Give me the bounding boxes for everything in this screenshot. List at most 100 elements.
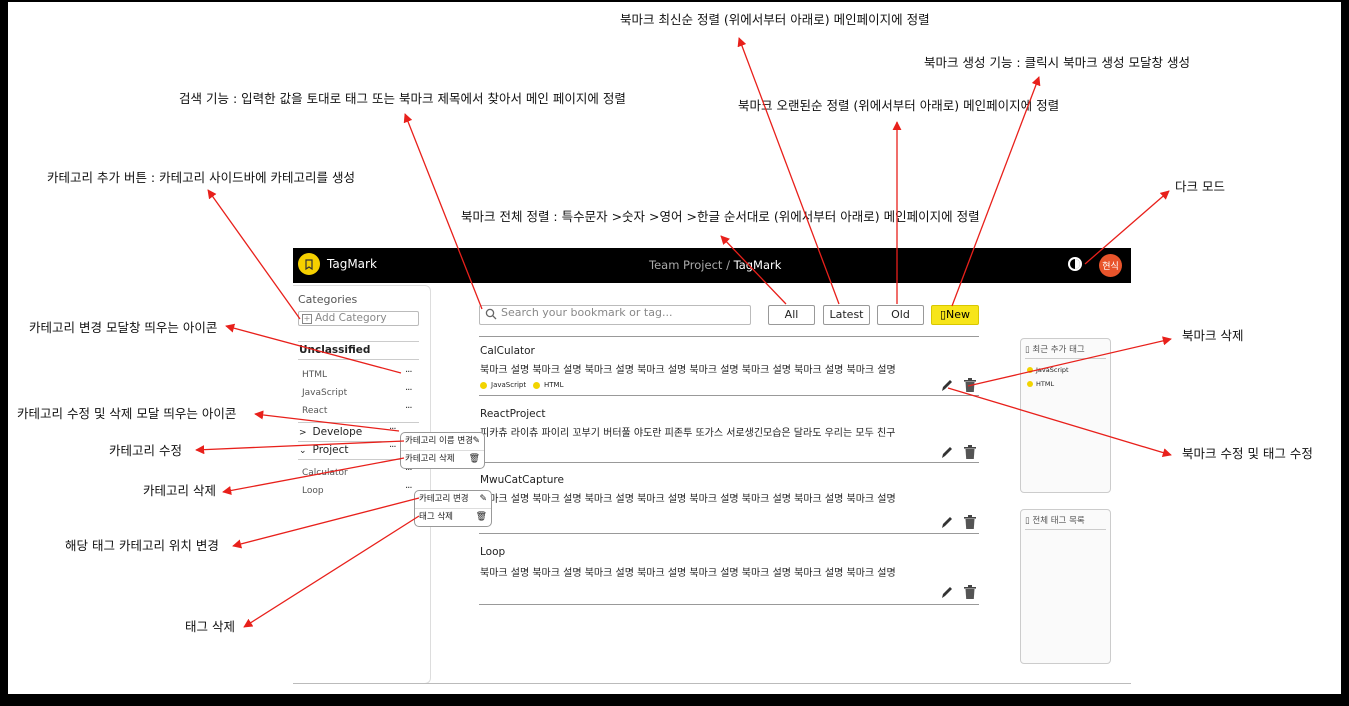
bookmark-title[interactable]: MwuCatCapture xyxy=(480,474,564,486)
category-item-javascript[interactable]: JavaScript xyxy=(302,388,347,398)
move-tag-menu-item[interactable]: 카테고리 변경 ✎ xyxy=(415,491,491,508)
chevron-down-icon[interactable]: ⌄ xyxy=(299,446,307,456)
trash-icon[interactable] xyxy=(963,377,977,393)
sort-all-button[interactable]: All xyxy=(768,305,815,325)
rename-category-label: 카테고리 이름 변경 xyxy=(405,436,473,446)
tag-dot-icon xyxy=(533,381,540,389)
delete-category-menu-item[interactable]: 카테고리 삭제 🗑 xyxy=(401,450,484,468)
pencil-icon[interactable]: ✎ xyxy=(472,433,480,450)
sidebar-title: Categories xyxy=(298,293,358,306)
pencil-icon[interactable] xyxy=(940,444,954,460)
breadcrumb-project: Team Project xyxy=(649,258,723,272)
recent-tag-item[interactable]: HTML xyxy=(1027,380,1054,388)
recent-tags-panel: ▯ 최근 추가 태그 JavaScript HTML xyxy=(1020,338,1111,493)
brand-name: TagMark xyxy=(327,257,377,271)
tag-logo-icon[interactable] xyxy=(298,253,320,275)
annotation-bookmark-edit: 북마크 수정 및 태그 수정 xyxy=(1182,446,1313,461)
bookmark-icon: ▯ xyxy=(1025,516,1030,526)
divider xyxy=(479,533,979,534)
annotation-tag-move: 해당 태그 카테고리 위치 변경 xyxy=(65,538,219,553)
annotation-sort-latest: 북마크 최신순 정렬 (위에서부터 아래로) 메인페이지에 정렬 xyxy=(620,12,930,27)
bookmark-tag[interactable]: JavaScript xyxy=(480,381,526,389)
all-tags-panel: ▯ 전체 태그 목록 xyxy=(1020,509,1111,664)
divider xyxy=(1025,358,1106,359)
new-bookmark-label: New xyxy=(946,308,971,321)
category-sidebar: Categories + Add Category Unclassified HT… xyxy=(293,285,431,684)
folder-label: Develope xyxy=(312,426,363,438)
divider xyxy=(298,359,419,360)
bookmark-description: 북마크 설명 북마크 설명 북마크 설명 북마크 설명 북마크 설명 북마크 설… xyxy=(480,568,896,579)
category-item-html[interactable]: HTML xyxy=(302,370,327,380)
bookmark-tag-label: HTML xyxy=(544,381,564,389)
tag-dot-icon xyxy=(1027,381,1033,387)
move-tag-label: 카테고리 변경 xyxy=(419,494,469,504)
breadcrumb-current: TagMark xyxy=(733,258,782,272)
trash-icon[interactable]: 🗑 xyxy=(469,451,480,468)
sort-latest-button[interactable]: Latest xyxy=(823,305,870,325)
bookmark-description: 북마크 설명 북마크 설명 북마크 설명 북마크 설명 북마크 설명 북마크 설… xyxy=(480,365,896,376)
add-category-input[interactable]: + Add Category xyxy=(298,311,419,326)
category-unclassified[interactable]: Unclassified xyxy=(299,344,370,356)
bookmark-tag[interactable]: HTML xyxy=(533,381,563,389)
breadcrumb: Team Project / TagMark xyxy=(649,258,781,272)
pencil-icon[interactable] xyxy=(940,584,954,600)
annotation-category-edit-delete-icon: 카테고리 수정 및 삭제 모달 띄우는 아이콘 xyxy=(17,406,237,421)
bookmark-description: 피카츄 라이츄 파이리 꼬부기 버터풀 야도란 피존투 또가스 서로생긴모습은 … xyxy=(480,428,896,439)
search-input[interactable]: Search your bookmark or tag... xyxy=(479,305,751,325)
recent-tag-label: HTML xyxy=(1036,380,1055,388)
bookmark-title[interactable]: Loop xyxy=(480,546,505,558)
category-item-menu-icon[interactable]: ··· xyxy=(405,403,412,414)
trash-icon[interactable] xyxy=(963,444,977,460)
recent-tag-item[interactable]: JavaScript xyxy=(1027,366,1069,374)
annotation-category-delete: 카테고리 삭제 xyxy=(143,483,216,498)
tag-dot-icon xyxy=(480,381,487,389)
category-item-react[interactable]: React xyxy=(302,406,327,416)
chevron-right-icon[interactable]: > xyxy=(299,428,307,438)
divider xyxy=(479,336,979,337)
sort-old-button[interactable]: Old xyxy=(877,305,924,325)
tag-edit-popup: 카테고리 변경 ✎ 태그 삭제 🗑 xyxy=(414,490,492,527)
divider xyxy=(479,462,979,463)
annotation-category-edit: 카테고리 수정 xyxy=(109,443,182,458)
divider xyxy=(298,422,419,423)
annotation-sort-old: 북마크 오랜된순 정렬 (위에서부터 아래로) 메인페이지에 정렬 xyxy=(738,98,1060,113)
tag-dot-icon xyxy=(1027,367,1033,373)
divider xyxy=(293,683,1131,684)
annotation-category-modal-icon: 카테고리 변경 모달창 띄우는 아이콘 xyxy=(29,320,218,335)
category-item-menu-icon[interactable]: ··· xyxy=(405,483,412,494)
bookmark-description: 북마크 설명 북마크 설명 북마크 설명 북마크 설명 북마크 설명 북마크 설… xyxy=(480,494,896,505)
category-item-menu-icon[interactable]: ··· xyxy=(405,367,412,378)
bookmark-icon: ▯ xyxy=(1025,345,1030,355)
delete-tag-menu-item[interactable]: 태그 삭제 🗑 xyxy=(415,508,491,526)
folder-menu-icon[interactable]: ··· xyxy=(389,424,396,435)
annotation-search: 검색 기능 : 입력한 값을 토대로 태그 또는 북마크 제목에서 찾아서 메인… xyxy=(179,91,626,106)
category-item-menu-icon[interactable]: ··· xyxy=(405,385,412,396)
category-item-calculator[interactable]: Calculator xyxy=(302,468,348,478)
trash-icon[interactable] xyxy=(963,584,977,600)
folder-menu-icon[interactable]: ··· xyxy=(389,442,396,453)
annotation-sort-all: 북마크 전체 정렬 : 특수문자 >숫자 >영어 >한글 순서대로 (위에서부터… xyxy=(461,209,980,224)
plus-icon[interactable]: + xyxy=(302,314,312,324)
diagram-canvas: 북마크 최신순 정렬 (위에서부터 아래로) 메인페이지에 정렬 북마크 생성 … xyxy=(8,2,1341,694)
category-item-loop[interactable]: Loop xyxy=(302,486,324,496)
dark-mode-icon[interactable] xyxy=(1068,257,1082,271)
new-bookmark-button[interactable]: ▯New xyxy=(931,305,979,325)
annotation-bookmark-delete: 북마크 삭제 xyxy=(1182,328,1244,343)
pencil-icon[interactable] xyxy=(940,377,954,393)
folder-develope[interactable]: > Develope xyxy=(299,426,362,438)
bookmark-title[interactable]: ReactProject xyxy=(480,408,546,420)
category-edit-popup: 카테고리 이름 변경 ✎ 카테고리 삭제 🗑 xyxy=(400,432,485,469)
trash-icon[interactable] xyxy=(963,514,977,530)
top-bar: TagMark Team Project / TagMark 현식 xyxy=(293,248,1131,283)
bookmark-title[interactable]: CalCulator xyxy=(480,345,535,357)
trash-icon[interactable]: 🗑 xyxy=(476,509,487,526)
rename-category-menu-item[interactable]: 카테고리 이름 변경 ✎ xyxy=(401,433,484,450)
pencil-icon[interactable]: ✎ xyxy=(479,491,487,508)
annotation-dark-mode: 다크 모드 xyxy=(1175,179,1225,194)
folder-label: Project xyxy=(312,444,349,456)
folder-project[interactable]: ⌄ Project xyxy=(299,444,348,456)
pencil-icon[interactable] xyxy=(940,514,954,530)
avatar[interactable]: 현식 xyxy=(1099,254,1122,277)
search-placeholder: Search your bookmark or tag... xyxy=(501,306,673,319)
app-mockup: TagMark Team Project / TagMark 현식 Catego… xyxy=(293,248,1131,684)
